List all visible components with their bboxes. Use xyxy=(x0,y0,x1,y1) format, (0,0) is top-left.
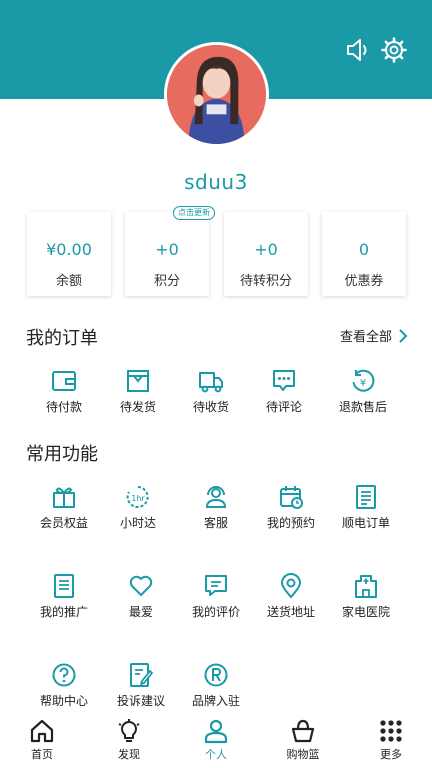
grid-item-label: 会员权益 xyxy=(39,516,88,530)
function-help-center[interactable]: 帮助中心 xyxy=(26,662,102,709)
help-icon xyxy=(52,663,76,687)
function-sundan-orders[interactable]: 顺电订单 xyxy=(328,484,404,531)
tab-profile[interactable]: 个人 xyxy=(181,718,251,762)
stat-card-pending-points[interactable]: +0 待转积分 xyxy=(224,212,308,296)
grid-item-label: 我的预约 xyxy=(266,516,315,530)
order-pending-payment[interactable]: 待付款 xyxy=(26,368,102,415)
tab-more[interactable]: 更多 xyxy=(356,718,426,762)
grid-item-label: 我的评价 xyxy=(191,605,240,619)
functions-title: 常用功能 xyxy=(26,444,98,465)
function-hourly-delivery[interactable]: 1hr 小时达 xyxy=(100,484,176,531)
avatar[interactable] xyxy=(164,42,269,147)
grid-item-label: 品牌入驻 xyxy=(191,694,240,708)
refund-icon: ¥ xyxy=(352,369,375,392)
function-favorites[interactable]: 最爱 xyxy=(103,573,179,620)
truck-icon xyxy=(199,372,223,393)
grid-item-label: 顺电订单 xyxy=(341,516,390,530)
order-pending-receipt[interactable]: 待收货 xyxy=(173,368,249,415)
grid-icon xyxy=(380,720,402,742)
stat-value: +0 xyxy=(155,240,179,259)
grid-item-label: 待收货 xyxy=(192,400,229,414)
tab-discover[interactable]: 发现 xyxy=(94,718,164,762)
stat-value: 0 xyxy=(358,240,370,259)
function-my-reviews[interactable]: 我的评价 xyxy=(178,573,254,620)
stat-card-coupons[interactable]: 0 优惠券 xyxy=(322,212,406,296)
svg-text:1hr: 1hr xyxy=(131,494,145,503)
function-delivery-address[interactable]: 送货地址 xyxy=(253,573,329,620)
order-pending-shipment[interactable]: 待发货 xyxy=(100,368,176,415)
svg-text:¥: ¥ xyxy=(360,378,366,389)
grid-item-label: 投诉建议 xyxy=(116,694,165,708)
grid-item-label: 我的推广 xyxy=(39,605,88,619)
function-customer-service[interactable]: 客服 xyxy=(178,484,254,531)
stat-value: +0 xyxy=(254,240,278,259)
tab-label: 首页 xyxy=(31,748,53,761)
grid-item-label: 待评论 xyxy=(265,400,302,414)
tab-label: 购物篮 xyxy=(286,748,320,761)
calendar-icon xyxy=(280,486,303,509)
grid-item-label: 待发货 xyxy=(119,400,156,414)
speaker-icon[interactable] xyxy=(344,36,372,64)
headset-icon xyxy=(205,486,227,508)
stat-label: 优惠券 xyxy=(344,274,384,289)
document-icon xyxy=(54,574,74,598)
grid-item-label: 退款售后 xyxy=(338,400,387,414)
order-pending-review[interactable]: 待评论 xyxy=(246,368,322,415)
chevron-right-icon xyxy=(399,328,408,343)
function-appliance-hospital[interactable]: 家电医院 xyxy=(328,573,404,620)
stat-label: 积分 xyxy=(153,274,180,289)
basket-icon xyxy=(291,719,315,743)
function-member-benefits[interactable]: 会员权益 xyxy=(26,484,102,531)
view-all-label: 查看全部 xyxy=(339,330,392,345)
grid-item-label: 送货地址 xyxy=(266,605,315,619)
function-my-promotion[interactable]: 我的推广 xyxy=(26,573,102,620)
tab-label: 发现 xyxy=(118,748,140,761)
person-icon xyxy=(204,719,228,744)
location-icon xyxy=(280,573,302,599)
stat-value: ¥0.00 xyxy=(46,240,92,259)
grid-item-label: 客服 xyxy=(203,516,228,530)
function-my-appointments[interactable]: 我的预约 xyxy=(253,484,329,531)
stat-label: 余额 xyxy=(55,274,82,289)
tab-label: 更多 xyxy=(380,748,402,761)
grid-item-label: 最爱 xyxy=(128,605,153,619)
refresh-badge[interactable]: 点击更新 xyxy=(173,206,215,220)
hospital-icon xyxy=(355,575,377,598)
feedback-icon xyxy=(130,663,153,687)
stat-label: 待转积分 xyxy=(239,274,292,289)
heart-icon xyxy=(129,575,153,596)
gear-icon[interactable] xyxy=(380,36,408,64)
avatar-photo xyxy=(167,45,266,144)
list-icon xyxy=(356,485,376,509)
stat-card-balance[interactable]: ¥0.00 余额 xyxy=(27,212,111,296)
function-feedback[interactable]: 投诉建议 xyxy=(103,662,179,709)
grid-item-label: 家电医院 xyxy=(341,605,390,619)
review-icon xyxy=(205,575,227,596)
registered-icon xyxy=(204,663,228,687)
tab-label: 个人 xyxy=(205,748,227,761)
comment-icon xyxy=(273,370,295,391)
order-refund[interactable]: ¥ 退款售后 xyxy=(325,368,401,415)
home-icon xyxy=(30,719,54,743)
bottom-tab-bar: 首页 发现 个人 购物篮 更多 xyxy=(0,712,432,768)
gift-icon xyxy=(53,487,75,508)
bulb-icon xyxy=(118,719,140,742)
grid-item-label: 帮助中心 xyxy=(39,694,88,708)
grid-item-label: 小时达 xyxy=(119,516,156,530)
wallet-icon xyxy=(52,371,76,391)
function-brand-entry[interactable]: 品牌入驻 xyxy=(178,662,254,709)
tab-basket[interactable]: 购物篮 xyxy=(268,718,338,762)
tab-home[interactable]: 首页 xyxy=(7,718,77,762)
hour-icon: 1hr xyxy=(126,486,149,508)
grid-item-label: 待付款 xyxy=(45,400,82,414)
username: sduu3 xyxy=(184,170,248,194)
orders-title: 我的订单 xyxy=(26,328,98,349)
view-all-orders-link[interactable]: 查看全部 xyxy=(340,326,408,345)
package-icon xyxy=(127,370,149,392)
stat-card-points[interactable]: 点击更新 +0 积分 xyxy=(125,206,215,296)
